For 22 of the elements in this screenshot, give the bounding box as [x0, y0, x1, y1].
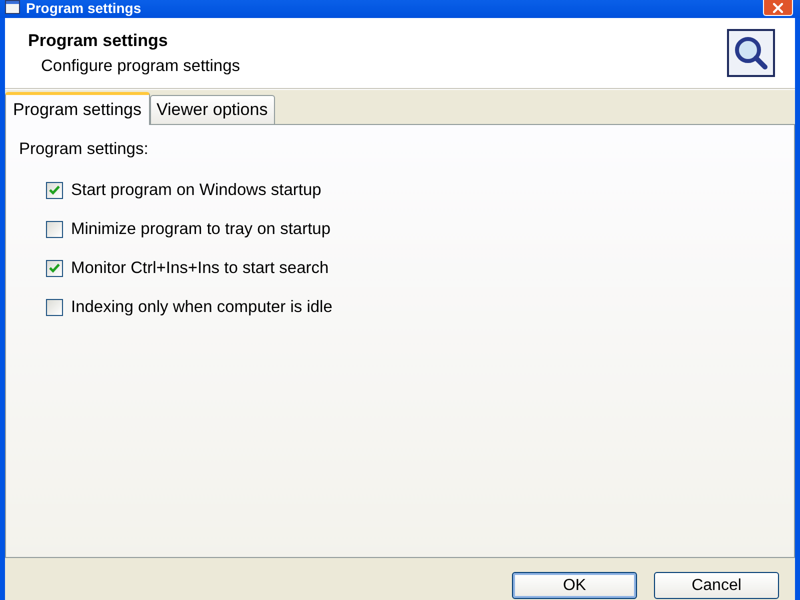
option-label: Indexing only when computer is idle — [71, 297, 332, 318]
checkbox[interactable] — [46, 260, 63, 276]
header-title: Program settings — [28, 30, 169, 52]
dialog-button[interactable]: OK — [512, 572, 637, 599]
option-label: Monitor Ctrl+Ins+Ins to start search — [71, 258, 329, 279]
section-heading: Program settings: — [19, 139, 150, 160]
header-subtitle: Configure program settings — [41, 56, 240, 76]
close-icon — [773, 2, 783, 12]
tab[interactable]: Program settings — [5, 92, 150, 125]
close-button[interactable] — [763, 0, 793, 16]
checkbox[interactable] — [46, 220, 63, 238]
option-label: Start program on Windows startup — [71, 180, 322, 201]
window-app-icon — [5, 0, 20, 14]
check-icon — [49, 263, 60, 273]
magnifier-icon — [727, 29, 775, 77]
option-label: Minimize program to tray on startup — [71, 219, 331, 240]
tab[interactable]: Viewer options — [150, 95, 275, 124]
checkbox[interactable] — [46, 298, 63, 316]
checkbox[interactable] — [46, 182, 63, 198]
check-icon — [49, 185, 60, 195]
window-title: Program settings — [26, 0, 142, 16]
dialog-button[interactable]: Cancel — [654, 572, 779, 599]
